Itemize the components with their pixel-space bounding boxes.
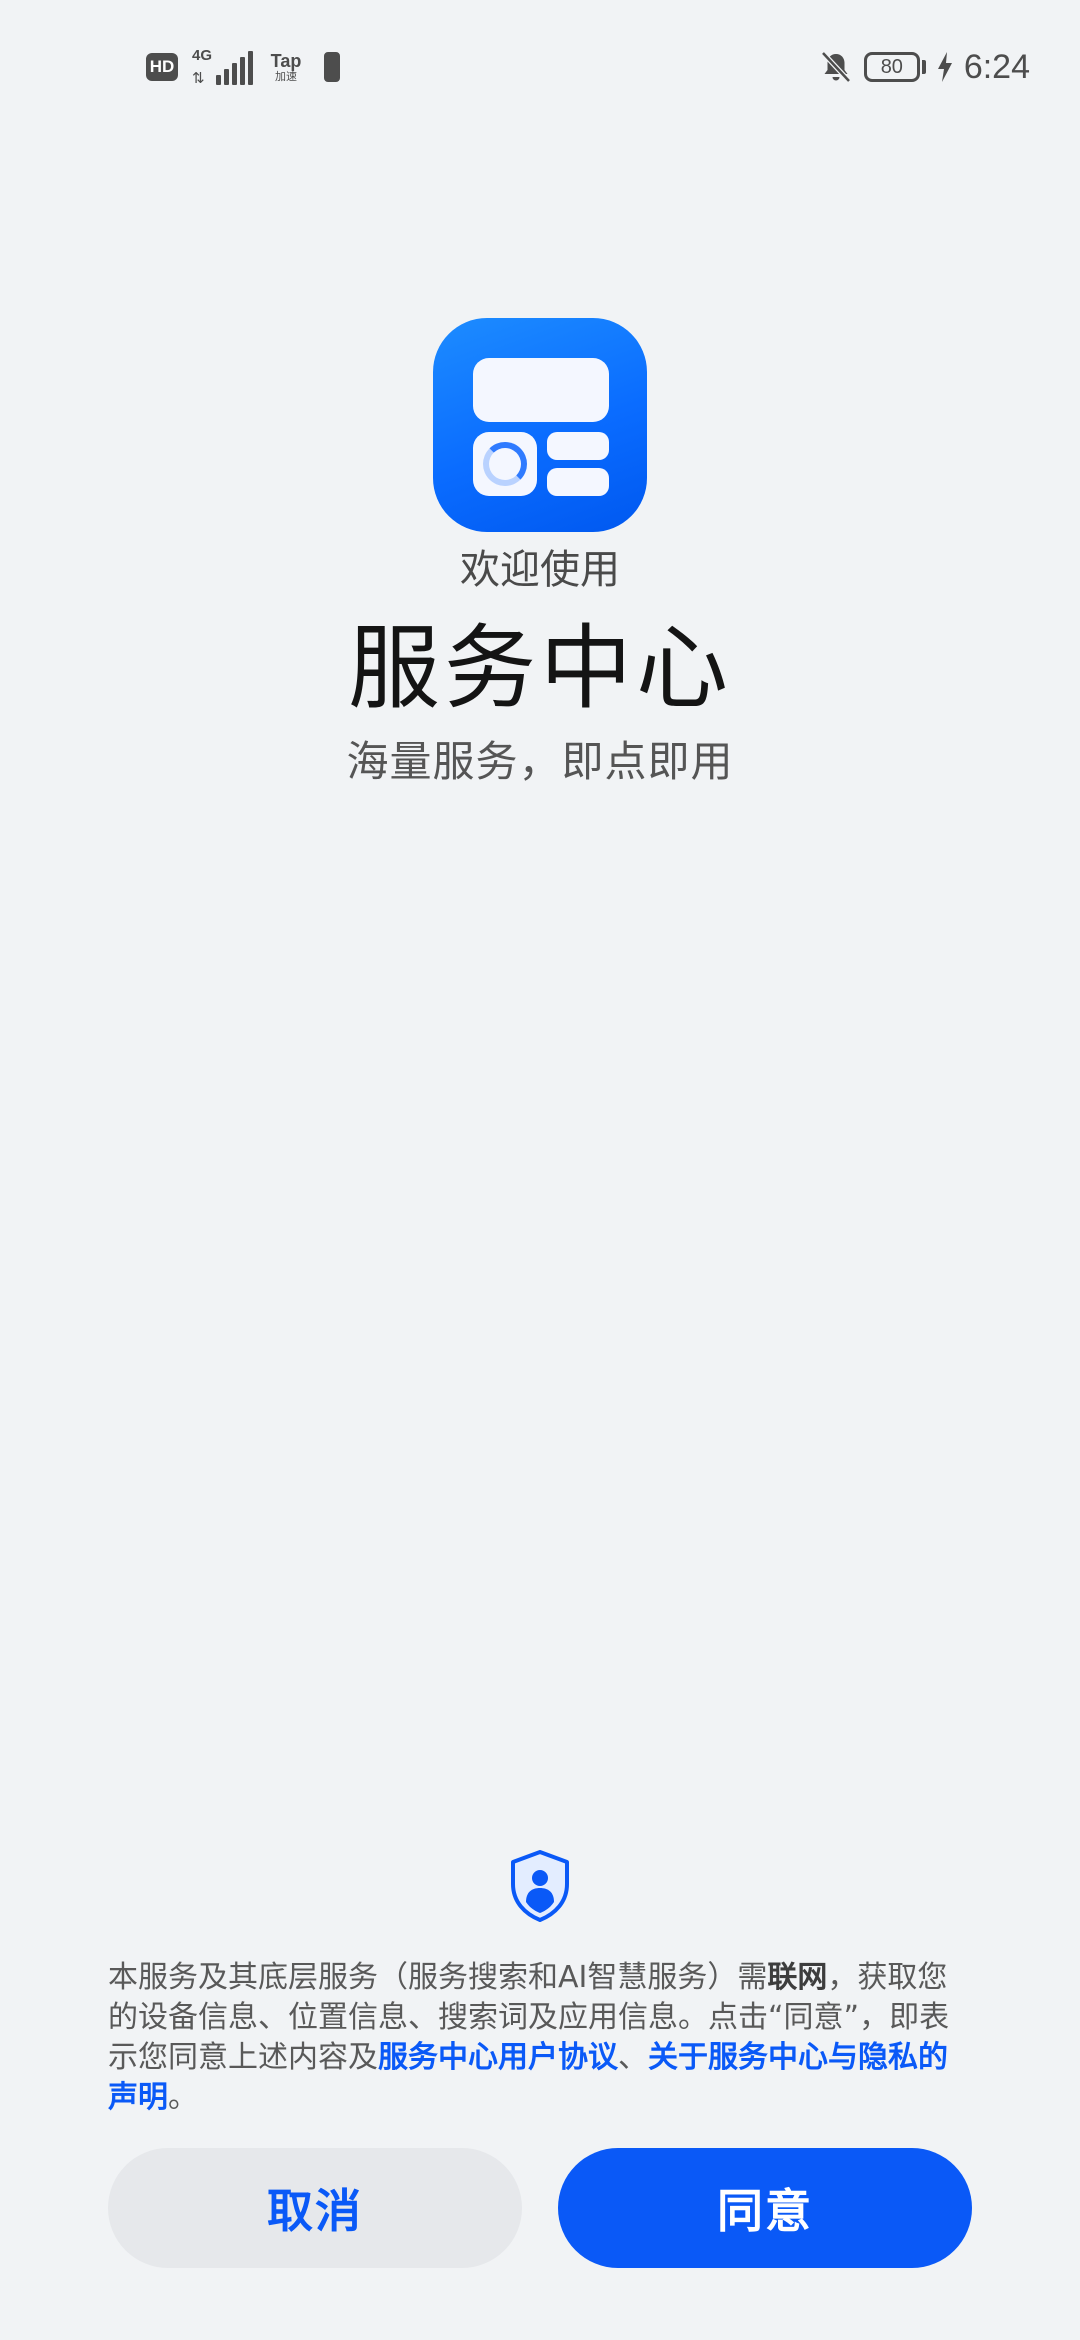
welcome-text: 欢迎使用 xyxy=(460,547,620,593)
tap-label: Tap xyxy=(270,50,302,71)
agree-button[interactable]: 同意 xyxy=(558,2148,972,2268)
privacy-notice: 本服务及其底层服务（服务搜索和AI智慧服务）需联网，获取您的设备信息、位置信息、… xyxy=(108,1958,968,2118)
app-title: 服务中心 xyxy=(347,615,732,722)
privacy-text-1: 本服务及其底层服务（服务搜索和AI智慧服务）需 xyxy=(108,1960,768,1995)
network-type-label: 4G xyxy=(192,47,213,64)
tap-sub-label: 加速 xyxy=(275,70,297,83)
privacy-text-network: 联网 xyxy=(767,1960,828,1995)
icon-card-circle xyxy=(473,432,537,496)
data-arrows-icon: ⇅ xyxy=(192,69,205,87)
signal-bars xyxy=(216,51,253,85)
bell-muted-icon xyxy=(820,51,851,83)
status-bar: HD 4G ⇅ Tap 加速 80 6:24 xyxy=(0,0,1080,130)
shield-user-icon xyxy=(511,1850,569,1922)
user-agreement-link[interactable]: 服务中心用户协议 xyxy=(378,2040,618,2075)
clock: 6:24 xyxy=(963,47,1030,86)
icon-pill-top xyxy=(547,432,609,460)
icon-ring xyxy=(483,442,527,486)
status-bar-right: 80 6:24 xyxy=(818,44,1030,90)
battery-group: 80 xyxy=(863,52,926,82)
battery-icon: 80 xyxy=(863,52,920,82)
service-center-app-icon xyxy=(433,318,647,532)
battery-small-icon xyxy=(324,52,340,82)
tap-accelerate-icon: Tap 加速 xyxy=(266,51,306,84)
charging-bolt-icon xyxy=(937,52,952,82)
privacy-separator: 、 xyxy=(618,2040,648,2075)
app-subtitle: 海量服务，即点即用 xyxy=(346,737,734,786)
status-bar-left: HD 4G ⇅ Tap 加速 xyxy=(146,44,340,90)
battery-level: 80 xyxy=(880,55,903,78)
icon-pill-bottom xyxy=(547,468,609,496)
icon-card-top xyxy=(473,358,609,422)
privacy-text-end: 。 xyxy=(168,2080,198,2115)
battery-nub xyxy=(921,60,926,74)
hd-icon: HD xyxy=(146,53,178,81)
signal-icon: 4G ⇅ xyxy=(192,47,253,87)
cancel-button[interactable]: 取消 xyxy=(108,2148,522,2268)
